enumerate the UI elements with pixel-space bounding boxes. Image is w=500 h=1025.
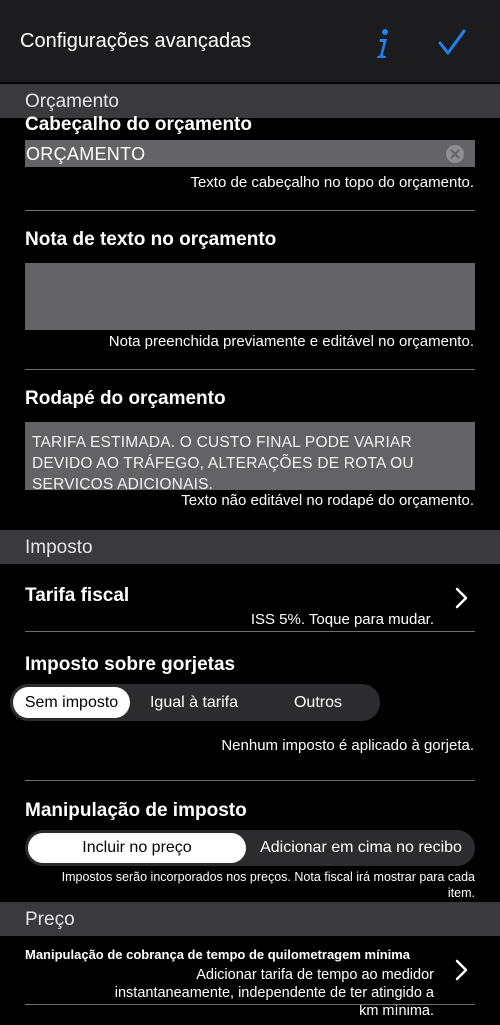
section-title: Preço bbox=[25, 909, 75, 930]
info-icon[interactable] bbox=[372, 26, 394, 60]
segment-include-in-price[interactable]: Incluir no preço bbox=[28, 833, 246, 863]
budget-footer-helper: Texto não editável no rodapé do orçament… bbox=[181, 492, 474, 509]
budget-note-input[interactable] bbox=[25, 263, 475, 330]
clear-icon[interactable] bbox=[445, 144, 465, 164]
budget-header-value: ORÇAMENTO bbox=[26, 144, 146, 164]
page-title: Configurações avançadas bbox=[20, 30, 252, 52]
section-title: Imposto bbox=[25, 537, 93, 558]
tax-rate-label: Tarifa fiscal bbox=[25, 585, 130, 606]
budget-header-label: Cabeçalho do orçamento bbox=[25, 114, 252, 135]
section-header-budget: Orçamento bbox=[0, 84, 500, 118]
tax-handling-helper: Impostos serão incorporados nos preços. … bbox=[61, 870, 475, 900]
divider bbox=[25, 369, 475, 370]
budget-footer-label: Rodapé do orçamento bbox=[25, 388, 226, 409]
budget-header-helper: Texto de cabeçalho no topo do orçamento. bbox=[190, 174, 474, 191]
segment-add-on-receipt[interactable]: Adicionar em cima no recibo bbox=[250, 830, 472, 866]
checkmark-icon[interactable] bbox=[436, 28, 468, 58]
tax-handling-label: Manipulação de imposto bbox=[25, 800, 247, 821]
divider bbox=[25, 631, 475, 632]
section-header-tax: Imposto bbox=[0, 530, 500, 564]
tax-rate-row[interactable]: Tarifa fiscal ISS 5%. Toque para mudar. bbox=[0, 572, 500, 632]
budget-footer-input[interactable]: TARIFA ESTIMADA. O CUSTO FINAL PODE VARI… bbox=[25, 422, 475, 490]
min-km-time-label: Manipulação de cobrança de tempo de quil… bbox=[25, 947, 411, 962]
budget-note-helper: Nota preenchida previamente e editável n… bbox=[108, 333, 474, 350]
tip-tax-helper: Nenhum imposto é aplicado à gorjeta. bbox=[221, 737, 474, 754]
budget-note-label: Nota de texto no orçamento bbox=[25, 229, 277, 250]
tax-rate-detail: ISS 5%. Toque para mudar. bbox=[250, 611, 434, 628]
min-km-time-row[interactable]: Manipulação de cobrança de tempo de quil… bbox=[0, 938, 500, 1019]
tip-tax-segmented-control: Sem imposto Igual à tarifa Outros bbox=[10, 684, 380, 721]
divider bbox=[25, 780, 475, 781]
navigation-bar: Configurações avançadas bbox=[0, 0, 500, 82]
budget-header-input[interactable]: ORÇAMENTO bbox=[25, 140, 475, 167]
divider bbox=[25, 1004, 475, 1005]
segment-no-tax[interactable]: Sem imposto bbox=[13, 687, 130, 718]
tax-handling-segmented-control: Incluir no preço Adicionar em cima no re… bbox=[25, 830, 475, 866]
segment-other[interactable]: Outros bbox=[258, 684, 378, 721]
segment-same-as-fare[interactable]: Igual à tarifa bbox=[134, 684, 254, 721]
section-header-price: Preço bbox=[0, 902, 500, 936]
budget-footer-value: TARIFA ESTIMADA. O CUSTO FINAL PODE VARI… bbox=[32, 434, 414, 490]
tip-tax-label: Imposto sobre gorjetas bbox=[25, 654, 236, 675]
section-title: Orçamento bbox=[25, 91, 119, 112]
divider bbox=[25, 210, 475, 211]
chevron-right-icon bbox=[455, 959, 468, 981]
chevron-right-icon bbox=[455, 587, 468, 609]
min-km-time-detail: Adicionar tarifa de tempo ao medidor ins… bbox=[114, 967, 434, 1019]
